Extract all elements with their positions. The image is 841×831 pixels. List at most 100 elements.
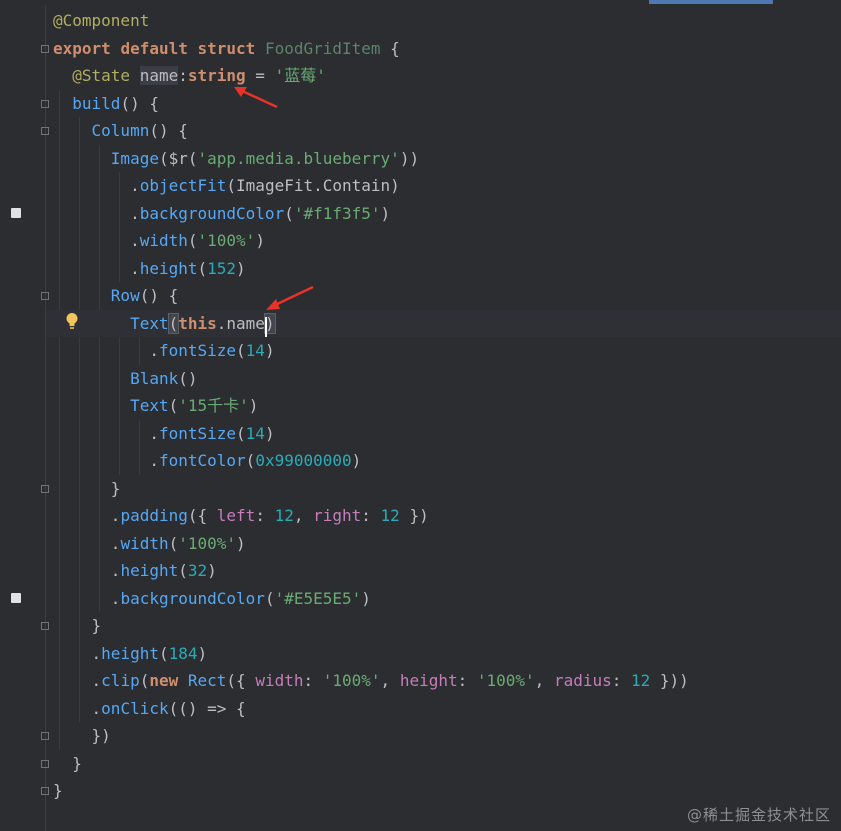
code-token: backgroundColor: [139, 203, 285, 223]
code-token: this: [178, 313, 217, 333]
fold-marker-icon[interactable]: [41, 127, 49, 135]
code-line[interactable]: .width('100%'): [53, 530, 246, 557]
code-line[interactable]: build() {: [53, 90, 159, 117]
code-token: '#E5E5E5': [274, 588, 362, 608]
code-line[interactable]: .backgroundColor('#E5E5E5'): [53, 585, 371, 612]
code-token: .: [130, 258, 140, 278]
code-token: objectFit: [139, 176, 227, 195]
code-token: '100%': [197, 231, 256, 250]
code-token: .: [130, 231, 140, 250]
code-line[interactable]: }: [53, 777, 63, 804]
code-token: 12: [274, 506, 294, 525]
code-token: export: [53, 38, 121, 58]
code-token: Row: [110, 286, 140, 305]
code-token: 0x99000000: [255, 451, 352, 470]
code-token: }: [110, 478, 121, 498]
fold-marker-icon[interactable]: [41, 787, 49, 795]
code-line[interactable]: .fontSize(14): [53, 337, 274, 364]
code-token: {: [380, 38, 400, 58]
code-token: (() => {: [168, 698, 246, 718]
code-token: (: [187, 231, 198, 250]
code-token: '100%': [322, 671, 381, 690]
code-token: fontSize: [158, 423, 237, 443]
code-line[interactable]: .width('100%'): [53, 227, 265, 254]
code-line[interactable]: .onClick(() => {: [53, 695, 246, 722]
gutter-mark-icon[interactable]: [11, 207, 21, 218]
code-token: .: [110, 588, 121, 608]
code-token: }): [399, 506, 429, 525]
code-line[interactable]: .clip(new Rect({ width: '100%', height: …: [53, 667, 689, 694]
red-arrow-icon: [234, 87, 278, 109]
code-token: Rect: [187, 671, 227, 690]
fold-marker-icon[interactable]: [41, 759, 49, 768]
code-token: string: [187, 66, 246, 85]
code-token: radius: [553, 671, 612, 690]
code-token: FoodGridItem: [264, 38, 381, 58]
fold-marker-icon[interactable]: [41, 99, 49, 108]
code-token: .: [91, 698, 102, 718]
code-line[interactable]: .padding({ left: 12, right: 12 }): [53, 502, 429, 529]
active-tab-indicator[interactable]: [649, 0, 773, 4]
code-token: 12: [631, 671, 651, 690]
code-line[interactable]: .objectFit(ImageFit.Contain): [53, 172, 400, 199]
code-line[interactable]: @State name:string = '蓝莓': [53, 62, 326, 89]
code-token: 14: [245, 423, 265, 443]
fold-marker-icon[interactable]: [41, 484, 49, 493]
code-line[interactable]: Text(this.name): [46, 309, 841, 337]
code-token: height: [101, 643, 159, 663]
red-arrow-icon: [266, 285, 314, 310]
code-token: (: [158, 148, 169, 168]
code-token: ): [380, 203, 391, 223]
code-line[interactable]: Image($r('app.media.blueberry')): [53, 145, 419, 172]
fold-marker-icon[interactable]: [41, 44, 49, 53]
code-token: ({: [226, 671, 256, 690]
code-line[interactable]: @Component: [53, 7, 149, 34]
editor-gutter[interactable]: [0, 5, 46, 831]
code-token: )): [399, 148, 420, 168]
code-token: '15千卡': [178, 396, 249, 415]
code-token: build: [72, 93, 121, 113]
code-line[interactable]: .height(152): [53, 255, 246, 282]
code-line[interactable]: }: [53, 475, 121, 502]
code-token: '蓝莓': [274, 66, 326, 85]
code-token: ): [207, 561, 217, 580]
code-line[interactable]: Blank(): [53, 365, 197, 392]
code-line[interactable]: .height(32): [53, 557, 217, 584]
fold-marker-icon[interactable]: [41, 732, 49, 740]
code-token: ,: [534, 671, 554, 690]
code-line[interactable]: }: [53, 750, 82, 777]
fold-marker-icon[interactable]: [41, 292, 49, 300]
code-token: ): [197, 643, 208, 663]
code-line[interactable]: }: [53, 612, 102, 639]
lightbulb-icon[interactable]: [65, 312, 79, 330]
code-token: ): [264, 423, 275, 443]
code-token: .: [149, 451, 159, 470]
fold-marker-icon[interactable]: [41, 622, 49, 630]
code-line[interactable]: .backgroundColor('#f1f3f5'): [53, 200, 390, 227]
code-token: ): [236, 533, 246, 553]
code-line[interactable]: .height(184): [53, 640, 208, 667]
code-token: ,: [380, 671, 400, 690]
code-token: ): [263, 312, 276, 334]
code-line[interactable]: .fontSize(14): [53, 420, 275, 447]
code-token: (: [245, 451, 256, 470]
code-token: (: [197, 258, 208, 278]
code-line[interactable]: }): [53, 722, 111, 749]
code-token: ({: [187, 506, 217, 525]
code-token: height: [139, 258, 198, 278]
code-line[interactable]: Row() {: [53, 282, 178, 309]
code-line[interactable]: .fontColor(0x99000000): [53, 447, 361, 474]
code-token: }: [53, 781, 63, 800]
code-token: @Component: [53, 11, 150, 30]
code-token: right: [313, 506, 362, 525]
code-line[interactable]: Text('15千卡'): [53, 392, 258, 419]
code-token: .: [130, 176, 140, 195]
gutter-mark-icon[interactable]: [11, 592, 21, 603]
code-token: width: [139, 231, 188, 250]
code-editor[interactable]: @Component export default struct FoodGrid…: [46, 5, 841, 831]
code-token: }): [91, 726, 111, 745]
code-line[interactable]: export default struct FoodGridItem {: [53, 35, 400, 62]
code-token: =: [245, 66, 275, 85]
code-token: (: [167, 312, 180, 334]
code-line[interactable]: Column() {: [53, 117, 188, 144]
